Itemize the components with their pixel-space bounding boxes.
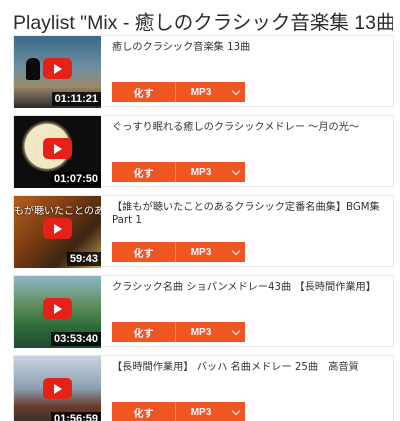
video-title[interactable]: 癒しのクラシック音楽集 13曲	[112, 41, 385, 54]
format-dropdown-button[interactable]	[226, 242, 245, 262]
video-title[interactable]: クラシック名曲 ショパンメドレー43曲 【長時間作業用】	[112, 281, 385, 294]
video-title[interactable]: 【長時間作業用】 バッハ 名曲メドレー 25曲 高音質	[112, 361, 385, 374]
chevron-down-icon	[231, 86, 240, 95]
play-icon[interactable]	[43, 378, 72, 399]
video-item: 03:53:40 クラシック名曲 ショパンメドレー43曲 【長時間作業用】 化す…	[13, 275, 394, 348]
video-duration: 01:56:59	[50, 412, 101, 421]
format-dropdown-button[interactable]	[226, 162, 245, 182]
video-title[interactable]: 【誰もが聴いたことのあるクラシック定番名曲集】BGM集Part 1	[112, 201, 385, 227]
video-thumbnail[interactable]: 03:53:40	[14, 276, 101, 348]
convert-button[interactable]: 化す	[112, 162, 176, 182]
convert-button-group: 化す MP3	[112, 82, 245, 102]
video-item: 01:07:50 ぐっすり眠れる癒しのクラシックメドレー ～月の光～ 化す MP…	[13, 115, 394, 188]
convert-button[interactable]: 化す	[112, 82, 176, 102]
format-button[interactable]: MP3	[176, 402, 226, 421]
format-dropdown-button[interactable]	[226, 322, 245, 342]
play-icon[interactable]	[43, 58, 72, 79]
video-item: 01:11:21 癒しのクラシック音楽集 13曲 化す MP3	[13, 35, 394, 108]
convert-button-group: 化す MP3	[112, 162, 245, 182]
video-thumbnail[interactable]: 01:56:59	[14, 356, 101, 421]
video-list: 01:11:21 癒しのクラシック音楽集 13曲 化す MP3 01:07:50…	[13, 35, 394, 421]
play-icon[interactable]	[43, 218, 72, 239]
format-dropdown-button[interactable]	[226, 402, 245, 421]
playlist-title: Playlist "Mix - 癒しのクラシック音楽集 13曲"	[13, 12, 393, 34]
convert-button-group: 化す MP3	[112, 402, 245, 421]
convert-button[interactable]: 化す	[112, 402, 176, 421]
convert-button-group: 化す MP3	[112, 242, 245, 262]
chevron-down-icon	[231, 246, 240, 255]
convert-button[interactable]: 化す	[112, 242, 176, 262]
video-thumbnail[interactable]: 01:11:21	[14, 36, 101, 108]
video-thumbnail[interactable]: もが聴いたことのあ 59:43	[14, 196, 101, 268]
video-duration: 03:53:40	[50, 332, 101, 346]
video-item: 01:56:59 【長時間作業用】 バッハ 名曲メドレー 25曲 高音質 化す …	[13, 355, 394, 421]
thumbnail-overlay-text: もが聴いたことのあ	[14, 206, 101, 217]
convert-button-group: 化す MP3	[112, 322, 245, 342]
video-thumbnail[interactable]: 01:07:50	[14, 116, 101, 188]
video-duration: 01:11:21	[51, 92, 101, 106]
play-icon[interactable]	[43, 138, 72, 159]
video-duration: 01:07:50	[50, 172, 101, 186]
cat-silhouette	[26, 58, 40, 80]
video-duration: 59:43	[66, 252, 101, 266]
format-button[interactable]: MP3	[176, 242, 226, 262]
play-icon[interactable]	[43, 298, 72, 319]
convert-button[interactable]: 化す	[112, 322, 176, 342]
format-button[interactable]: MP3	[176, 82, 226, 102]
format-dropdown-button[interactable]	[226, 82, 245, 102]
video-title[interactable]: ぐっすり眠れる癒しのクラシックメドレー ～月の光～	[112, 121, 385, 134]
format-button[interactable]: MP3	[176, 322, 226, 342]
chevron-down-icon	[231, 406, 240, 415]
format-button[interactable]: MP3	[176, 162, 226, 182]
chevron-down-icon	[231, 326, 240, 335]
chevron-down-icon	[231, 166, 240, 175]
video-item: もが聴いたことのあ 59:43 【誰もが聴いたことのあるクラシック定番名曲集】B…	[13, 195, 394, 268]
